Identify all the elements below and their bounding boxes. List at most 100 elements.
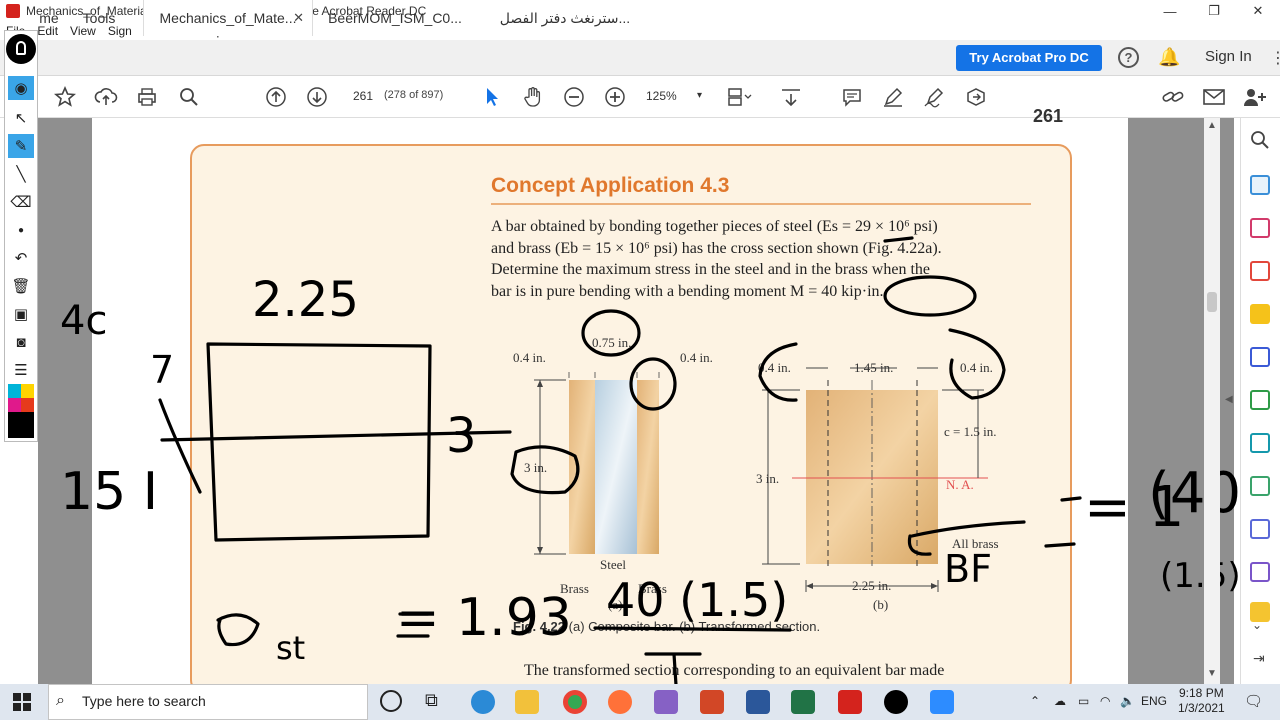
scrollbar-thumb[interactable]: [1207, 292, 1217, 312]
export-pdf-icon[interactable]: [1250, 175, 1270, 195]
chrome-icon[interactable]: [563, 690, 587, 714]
problem-statement: A bar obtained by bonding together piece…: [491, 216, 1051, 302]
battery-icon[interactable]: ▭: [1078, 694, 1089, 708]
powerpoint-icon[interactable]: [700, 690, 724, 714]
dot-size-icon[interactable]: ●: [8, 218, 34, 242]
minimize-icon[interactable]: —: [1148, 0, 1192, 22]
color-swatch-magenta-red[interactable]: [8, 398, 34, 412]
task-view-icon[interactable]: ⧉: [425, 690, 438, 711]
pointofix-taskbar-icon[interactable]: [884, 690, 908, 714]
fig-a-height: 3 in.: [524, 460, 548, 475]
tab-close-icon[interactable]: ✕: [293, 0, 304, 36]
sign-in-link[interactable]: Sign In: [1205, 48, 1252, 65]
page-display-icon[interactable]: [726, 84, 752, 110]
acrobat-taskbar-icon[interactable]: [838, 690, 862, 714]
panel-collapse-icon[interactable]: ◀: [1225, 394, 1233, 405]
edge-icon[interactable]: [471, 690, 495, 714]
tab-tools[interactable]: Tools: [70, 0, 128, 36]
restore-icon[interactable]: ❐: [1192, 0, 1236, 22]
tab-document-2[interactable]: BeerMOM_ISM_C0...: [320, 0, 470, 36]
visual-studio-icon[interactable]: [654, 690, 678, 714]
print-icon[interactable]: [134, 84, 160, 110]
screen-icon[interactable]: ▣: [8, 302, 34, 326]
zoom-select[interactable]: 125%: [646, 86, 706, 106]
fig-b-height: 3 in.: [756, 471, 780, 486]
firefox-icon[interactable]: [608, 690, 632, 714]
line-tool-icon[interactable]: ╲: [8, 162, 34, 186]
onedrive-icon[interactable]: ☁: [1054, 694, 1066, 708]
add-user-icon[interactable]: [1242, 84, 1268, 110]
word-icon[interactable]: [746, 690, 770, 714]
color-swatches[interactable]: [8, 384, 34, 438]
close-icon[interactable]: ✕: [1236, 0, 1280, 22]
protect-icon[interactable]: [1250, 476, 1270, 496]
volume-icon[interactable]: 🔈: [1120, 694, 1135, 708]
page-down-icon[interactable]: [304, 84, 330, 110]
comment-tool-icon[interactable]: [1250, 304, 1270, 324]
zoom-in-icon[interactable]: [602, 84, 628, 110]
eraser-icon[interactable]: ⌫: [8, 190, 34, 214]
pointer-icon[interactable]: ↖: [8, 106, 34, 130]
organize-pages-icon[interactable]: [1250, 390, 1270, 410]
undo-icon[interactable]: ↶: [8, 246, 34, 270]
system-clock[interactable]: 9:18 PM 1/3/2021: [1178, 686, 1225, 716]
color-swatch-cyan-yellow[interactable]: [8, 384, 34, 398]
tab-document-active[interactable]: Mechanics_of_Mate... ✕: [143, 0, 313, 36]
highlight-pen-icon[interactable]: [880, 84, 906, 110]
notifications-icon[interactable]: 🗨: [1244, 692, 1263, 710]
compress-pdf-icon[interactable]: [1250, 433, 1270, 453]
color-swatch-black[interactable]: [8, 412, 34, 438]
language-indicator[interactable]: ENG: [1141, 694, 1167, 708]
camera-icon[interactable]: ◙: [8, 330, 34, 354]
tab-document-3[interactable]: سترنغث دفتر الفصل...: [480, 0, 650, 36]
panel-toggle-icon[interactable]: ⇥: [1253, 650, 1265, 667]
star-icon[interactable]: [52, 84, 78, 110]
comment-icon[interactable]: [839, 84, 865, 110]
link-icon[interactable]: [1160, 84, 1186, 110]
page-number-input[interactable]: 261: [345, 86, 381, 106]
scroll-down-icon[interactable]: ▼: [1207, 668, 1217, 679]
create-pdf-icon[interactable]: [1250, 218, 1270, 238]
try-acrobat-pro-button[interactable]: Try Acrobat Pro DC: [956, 45, 1102, 71]
chevron-down-icon[interactable]: ⌄: [1252, 618, 1262, 632]
notes-icon[interactable]: ☰: [8, 358, 34, 382]
eye-icon[interactable]: ◉: [8, 76, 34, 100]
zoom-search-icon[interactable]: [176, 84, 202, 110]
windows-start-icon[interactable]: [0, 684, 44, 720]
cortana-icon[interactable]: [380, 690, 402, 712]
scroll-mode-icon[interactable]: [778, 84, 804, 110]
email-icon[interactable]: [1201, 84, 1227, 110]
excel-icon[interactable]: [791, 690, 815, 714]
bell-icon[interactable]: 🔔: [1158, 47, 1180, 68]
trash-icon[interactable]: 🗑: [8, 274, 34, 298]
hand-tool-icon[interactable]: [520, 84, 546, 110]
combine-files-icon[interactable]: [1250, 347, 1270, 367]
tab-home[interactable]: me: [34, 0, 64, 36]
body-line: A bar obtained by bonding together piece…: [491, 218, 938, 235]
vertical-scrollbar[interactable]: [1204, 118, 1220, 684]
page-up-icon[interactable]: [263, 84, 289, 110]
zoom-out-icon[interactable]: [561, 84, 587, 110]
wifi-icon[interactable]: ◠: [1100, 694, 1110, 708]
file-explorer-icon[interactable]: [515, 690, 539, 714]
fill-sign-icon[interactable]: [1250, 519, 1270, 539]
clock-date: 1/3/2021: [1178, 701, 1225, 715]
send-signature-icon[interactable]: [1250, 562, 1270, 582]
sign-pen-icon[interactable]: [921, 84, 947, 110]
scroll-up-icon[interactable]: ▲: [1207, 120, 1217, 131]
more-icon[interactable]: ⋮: [1270, 48, 1280, 68]
fig-a-steel-label: Steel: [600, 557, 626, 572]
tray-chevron-icon[interactable]: ⌃: [1030, 694, 1040, 708]
upload-cloud-icon[interactable]: [93, 84, 119, 110]
marker-icon[interactable]: ✎: [8, 134, 34, 158]
printed-page-number: 261: [1033, 106, 1064, 126]
zoom-app-icon[interactable]: [930, 690, 954, 714]
fig-a-dim-mid: 0.75 in.: [592, 335, 632, 350]
help-icon[interactable]: ?: [1118, 47, 1139, 68]
search-tool-icon[interactable]: [1250, 130, 1270, 150]
fig-b-neutral-axis: N. A.: [946, 477, 974, 492]
select-cursor-icon[interactable]: [479, 84, 505, 110]
edit-pdf-icon[interactable]: [1250, 261, 1270, 281]
body-line: Determine the maximum stress in the stee…: [491, 261, 930, 278]
share-icon[interactable]: [963, 84, 989, 110]
